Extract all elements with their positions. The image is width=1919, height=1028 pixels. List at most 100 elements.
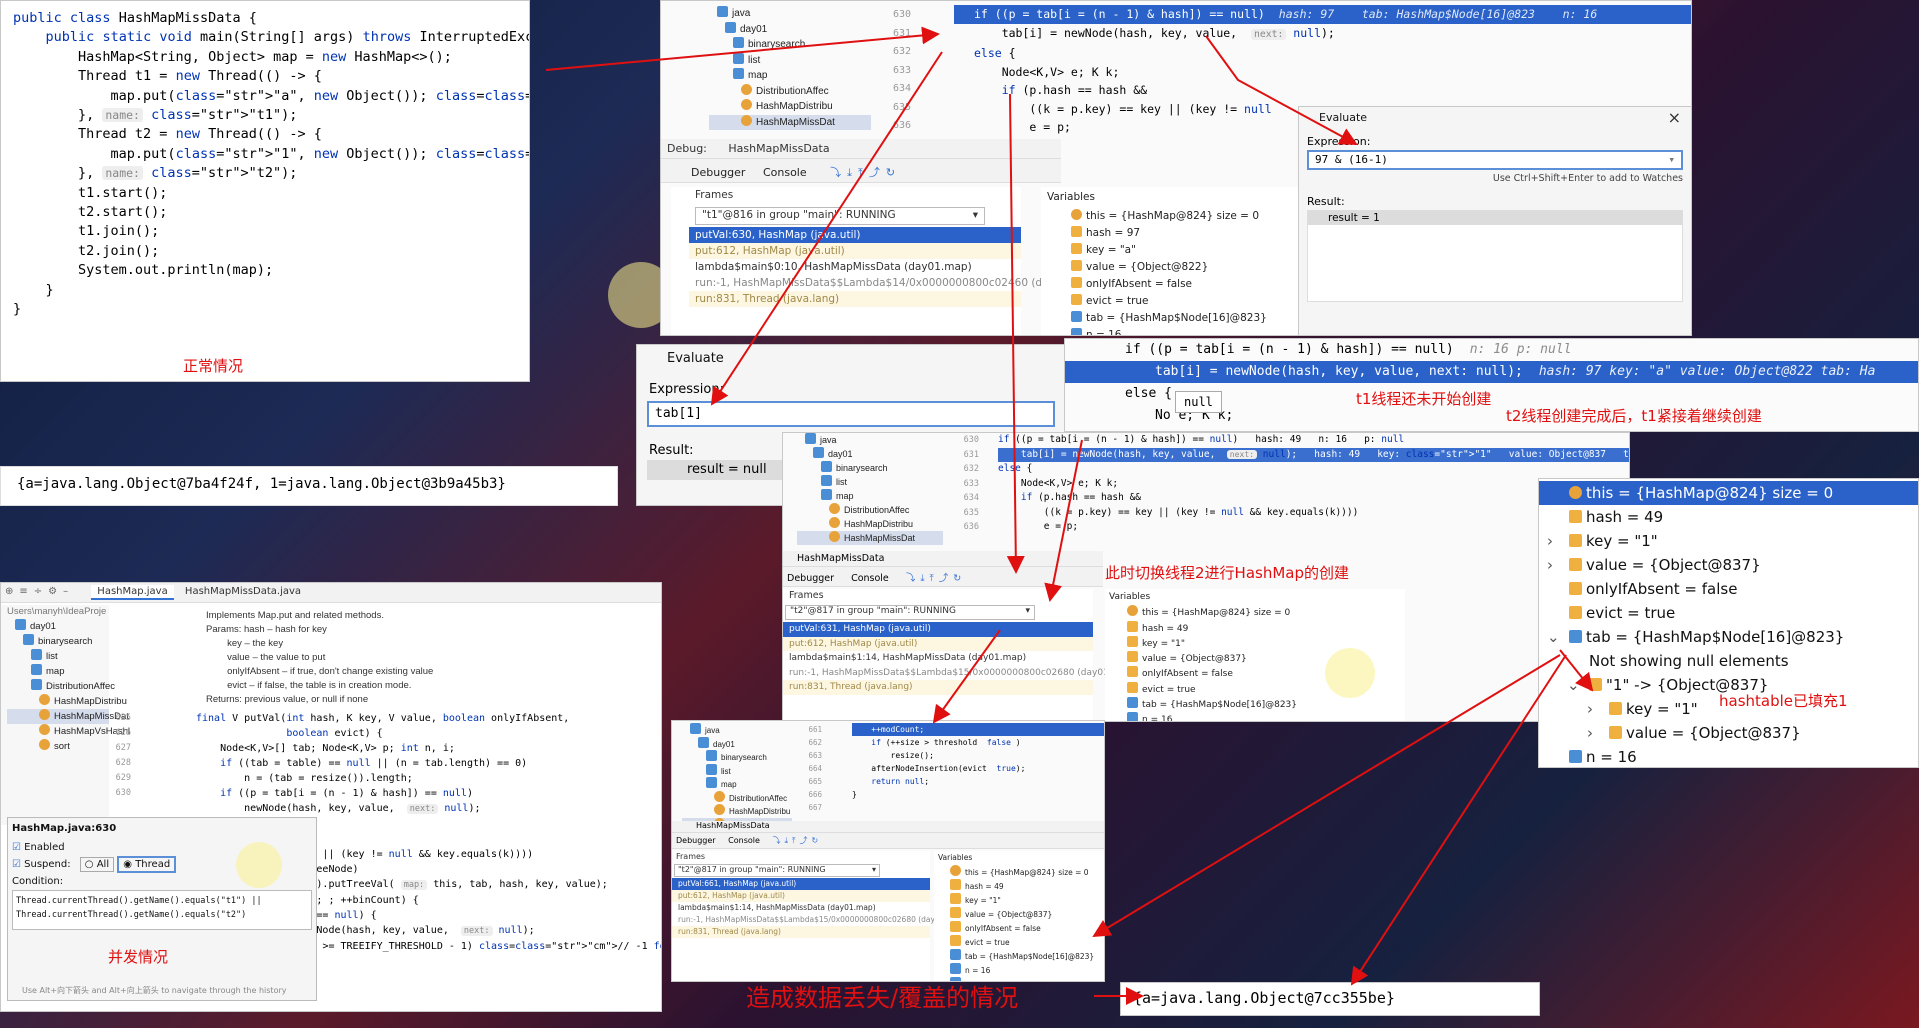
tree-item[interactable]: list — [7, 649, 109, 664]
suspend-thread-radio[interactable]: ◉ Thread — [117, 856, 177, 873]
variable-row[interactable]: value = {Object@837} — [950, 907, 1104, 921]
tab-console[interactable]: Console — [851, 573, 889, 584]
tree-item[interactable]: DistributionAffec — [709, 83, 871, 100]
tree-item[interactable]: DistributionAffec — [7, 679, 115, 694]
tree-item[interactable]: HashMapDistribu — [797, 517, 943, 531]
tree-item[interactable]: binarysearch — [709, 37, 871, 53]
frame-item[interactable]: run:831, Thread (java.lang) — [783, 680, 1093, 695]
variable-row[interactable]: tab = {HashMap$Node[16]@823} — [950, 949, 1104, 963]
frame-item[interactable]: lambda$main$1:14, HashMapMissData (day01… — [783, 651, 1093, 666]
tree-item[interactable]: HashMapMissDat — [709, 114, 871, 130]
variable-row[interactable]: ⌄ tab = {HashMap$Node[16]@823} — [1539, 625, 1918, 649]
frame-item[interactable]: put:612, HashMap (java.util) — [783, 636, 1093, 651]
tree-item[interactable]: DistributionAffec — [682, 790, 792, 805]
step-buttons-icon[interactable]: ⤵⤓⤒⤴↻ — [906, 573, 966, 584]
tree-item[interactable]: java — [797, 433, 943, 447]
tab-debugger[interactable]: Debugger — [691, 166, 745, 179]
tree-item[interactable]: binarysearch — [7, 634, 109, 649]
variable-row[interactable]: tab = {HashMap$Node[16]@823} — [1127, 697, 1405, 712]
variable-row[interactable]: evict = true — [1539, 601, 1918, 625]
tree-item[interactable]: HashMapDistribu — [709, 99, 871, 115]
frame-item[interactable]: putVal:661, HashMap (java.util) — [672, 878, 930, 890]
tree-item[interactable]: map — [682, 777, 792, 791]
variable-row[interactable]: › value = {Object@837} — [1539, 553, 1918, 577]
variable-row[interactable]: key = "1" — [1127, 635, 1405, 651]
tree-item[interactable]: day01 — [709, 21, 871, 38]
tree-item[interactable]: HashMapMissDat — [797, 531, 943, 545]
frame-item[interactable]: run:-1, HashMapMissData$$Lambda$14/0x000… — [689, 275, 1082, 291]
variable-row[interactable]: value = {Object@822} — [1071, 259, 1311, 276]
expand-icon[interactable]: ⌄ — [1567, 673, 1589, 697]
variable-row[interactable]: this = {HashMap@824} size = 0 — [1071, 208, 1311, 225]
step-buttons-icon[interactable]: ⤵⤓⤒⤴↻ — [772, 836, 822, 845]
frame-item[interactable]: lambda$main$0:10, HashMapMissData (day01… — [689, 259, 1021, 275]
thread-selector[interactable]: "t2"@817 in group "main": RUNNING ▾ — [674, 864, 880, 877]
variable-row[interactable]: hash = 97 — [1071, 225, 1311, 242]
tree-item[interactable]: day01 — [7, 619, 109, 634]
variable-row[interactable]: hash = 49 — [950, 879, 1104, 893]
variable-row[interactable]: this = {HashMap@824} size = 0 — [1127, 605, 1405, 620]
tree-item[interactable]: sort — [7, 739, 109, 754]
tab-debugger[interactable]: Debugger — [787, 573, 834, 584]
variable-row[interactable]: key = "a" — [1071, 242, 1311, 259]
expression-input[interactable]: tab[1] — [647, 401, 1055, 427]
frame-item[interactable]: putVal:630, HashMap (java.util) — [689, 227, 1021, 243]
debug-config-tab[interactable]: HashMapMissData — [696, 821, 770, 830]
tree-item[interactable]: HashMapMissDat — [7, 709, 129, 724]
frame-item[interactable]: run:831, Thread (java.lang) — [689, 291, 1021, 307]
frame-item[interactable]: lambda$main$1:14, HashMapMissData (day01… — [672, 902, 930, 914]
expand-icon[interactable]: › — [1587, 721, 1609, 745]
tree-item[interactable]: list — [682, 763, 792, 778]
tree-item[interactable]: list — [709, 52, 871, 69]
expand-icon[interactable]: › — [1547, 553, 1569, 577]
tree-item[interactable]: DistributionAffec — [797, 503, 943, 517]
close-icon[interactable]: × — [1668, 108, 1681, 127]
variable-row[interactable]: n = 16 — [950, 963, 1104, 977]
condition-input[interactable]: Thread.currentThread().getName().equals(… — [12, 890, 312, 930]
variable-row[interactable]: evict = true — [1071, 293, 1311, 310]
frame-item[interactable]: run:831, Thread (java.lang) — [672, 926, 930, 938]
variable-row[interactable]: n = 16 — [1071, 327, 1311, 335]
tree-item[interactable]: java — [709, 6, 871, 22]
expand-icon[interactable]: ⌄ — [1547, 625, 1569, 649]
variable-row[interactable]: hash = 49 — [1127, 620, 1405, 636]
debug-config-tab[interactable]: HashMapMissData — [797, 553, 884, 564]
frame-item[interactable]: run:-1, HashMapMissData$$Lambda$15/0x000… — [672, 914, 954, 926]
variable-row[interactable]: hash = 49 — [1539, 505, 1918, 529]
expression-input[interactable]: 97 & (16-1) ▾ — [1307, 150, 1683, 170]
expand-icon[interactable]: › — [1587, 697, 1609, 721]
variable-row[interactable]: n = 16 — [1127, 712, 1405, 721]
variable-row[interactable]: › value = {Object@837} — [1539, 721, 1918, 745]
tab-debugger[interactable]: Debugger — [676, 836, 716, 845]
variable-row[interactable]: onlyIfAbsent = false — [1071, 276, 1311, 293]
tree-item[interactable]: map — [709, 68, 871, 84]
frame-item[interactable]: put:612, HashMap (java.util) — [672, 890, 930, 902]
tab-console[interactable]: Console — [763, 166, 807, 179]
variable-row[interactable]: evict = true — [950, 935, 1104, 949]
variable-row[interactable]: key = "1" — [950, 893, 1104, 907]
tree-item[interactable]: java — [682, 723, 792, 737]
variable-row[interactable]: onlyIfAbsent = false — [950, 921, 1104, 935]
variable-row[interactable]: tab = {HashMap$Node[16]@823} — [1071, 310, 1311, 327]
debug-config-tab[interactable]: HashMapMissData — [728, 142, 829, 155]
tab-hashmap-java[interactable]: HashMap.java — [91, 585, 174, 600]
variable-row[interactable]: this = {HashMap@824} size = 0 — [950, 865, 1104, 879]
tree-item[interactable]: HashMapDistribu — [682, 804, 792, 818]
tree-item[interactable]: binarysearch — [797, 461, 943, 475]
tree-item[interactable]: HashMapVsHashl — [7, 724, 130, 739]
variable-row[interactable]: n = 16 — [1539, 745, 1918, 767]
step-buttons-icon[interactable]: ⤵⤓⤒⤴↻ — [830, 166, 901, 179]
thread-selector[interactable]: "t2"@817 in group "main": RUNNING ▾ — [785, 605, 1035, 620]
frame-item[interactable]: put:612, HashMap (java.util) — [689, 243, 1021, 259]
expand-icon[interactable]: › — [1547, 529, 1569, 553]
frame-item[interactable]: putVal:631, HashMap (java.util) — [783, 622, 1093, 637]
variable-row[interactable]: onlyIfAbsent = false — [1539, 577, 1918, 601]
variable-row[interactable]: › key = "1" — [1539, 529, 1918, 553]
tree-item[interactable]: map — [797, 489, 943, 503]
tree-item[interactable]: HashMapDistribu — [7, 694, 127, 709]
tree-item[interactable]: binarysearch — [682, 750, 792, 764]
tree-item[interactable]: map — [7, 664, 109, 679]
thread-selector[interactable]: "t1"@816 in group "main": RUNNING ▾ — [695, 207, 985, 225]
frame-item[interactable]: run:-1, HashMapMissData$$Lambda$15/0x000… — [783, 666, 1120, 681]
toolbar-icons[interactable]: ⊕≡÷⚙– — [5, 586, 74, 597]
